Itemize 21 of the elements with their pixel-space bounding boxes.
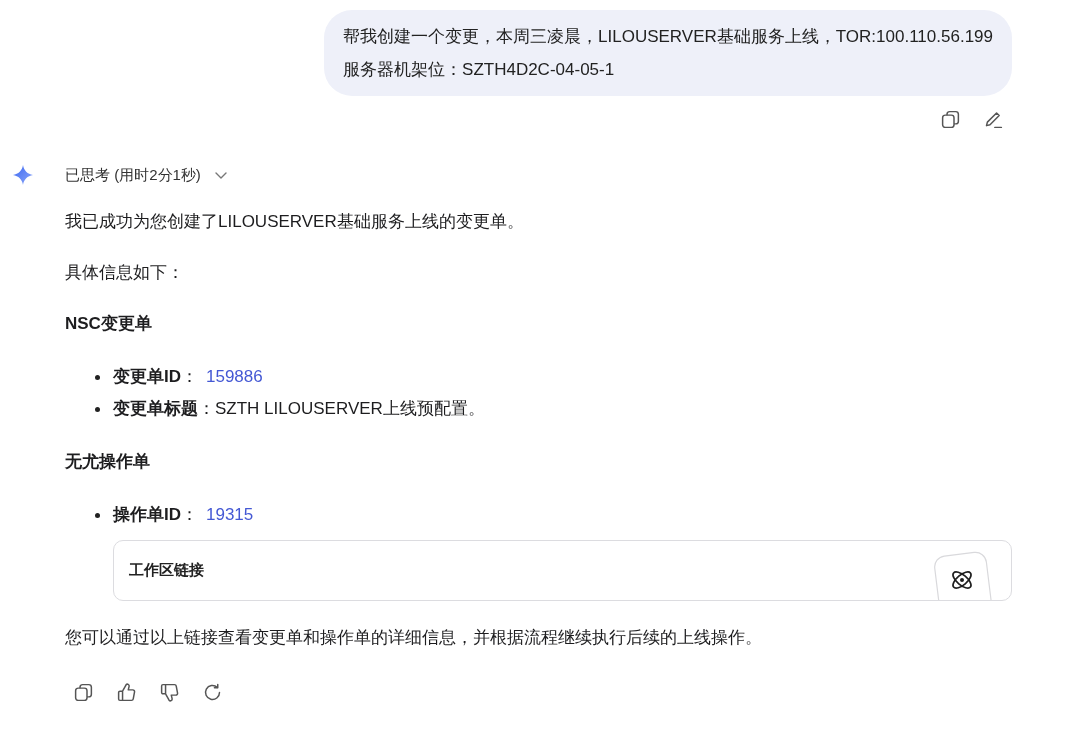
id-link[interactable]: 159886	[206, 361, 263, 393]
paragraph: 我已成功为您创建了LILOUSERVER基础服务上线的变更单。	[65, 211, 525, 233]
copy-icon	[939, 108, 961, 130]
bullet-icon	[95, 374, 100, 380]
list-item-text: 变更单标题：SZTH LILOUSERVER上线预配置。	[113, 398, 485, 420]
thumbs-up-icon	[115, 681, 137, 703]
section-heading: NSC变更单	[65, 313, 153, 335]
copy-icon	[72, 681, 94, 703]
id-link[interactable]: 19315	[206, 499, 254, 531]
paragraph: 具体信息如下：	[65, 262, 185, 284]
list-item-label: 操作单ID：	[113, 504, 198, 526]
thumbs-down-icon	[158, 681, 180, 703]
section-heading: 无尤操作单	[65, 451, 151, 473]
paragraph: 您可以通过以上链接查看变更单和操作单的详细信息，并根据流程继续执行后续的上线操作。	[65, 627, 763, 649]
sparkle-icon	[13, 165, 33, 185]
thinking-toggle[interactable]: 已思考 (用时2分1秒)	[65, 161, 227, 189]
bullet-icon	[95, 512, 100, 518]
bullet-icon	[95, 406, 100, 412]
user-message-bubble: 帮我创建一个变更，本周三凌晨，LILOUSERVER基础服务上线，TOR:100.110.56.199 服务器机架位：SZTH4D2C-04-05-1	[324, 10, 1012, 96]
list-item-label: 变更单ID：	[113, 366, 198, 388]
workspace-link-card[interactable]: 工作区链接	[113, 540, 1012, 601]
